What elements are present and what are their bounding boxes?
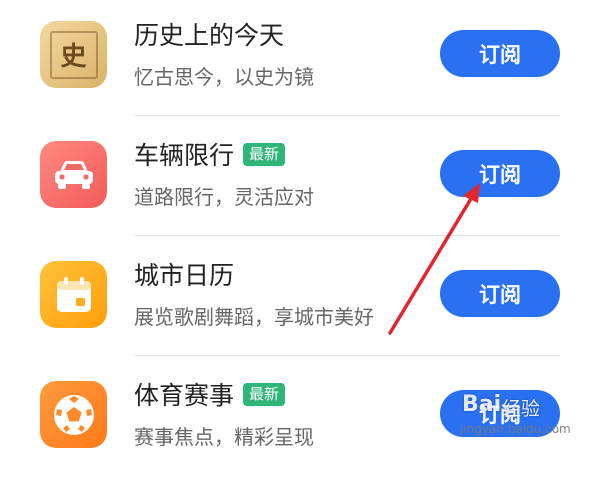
baidu-jingyan-watermark: Bai 经验 jingyan.baidu.com [456, 388, 596, 446]
watermark-brand: 经验 [502, 398, 541, 420]
watermark-domain: jingyan.baidu.com [460, 422, 571, 436]
annotation-arrow [388, 183, 480, 335]
watermark-logo: Bai [462, 392, 502, 417]
